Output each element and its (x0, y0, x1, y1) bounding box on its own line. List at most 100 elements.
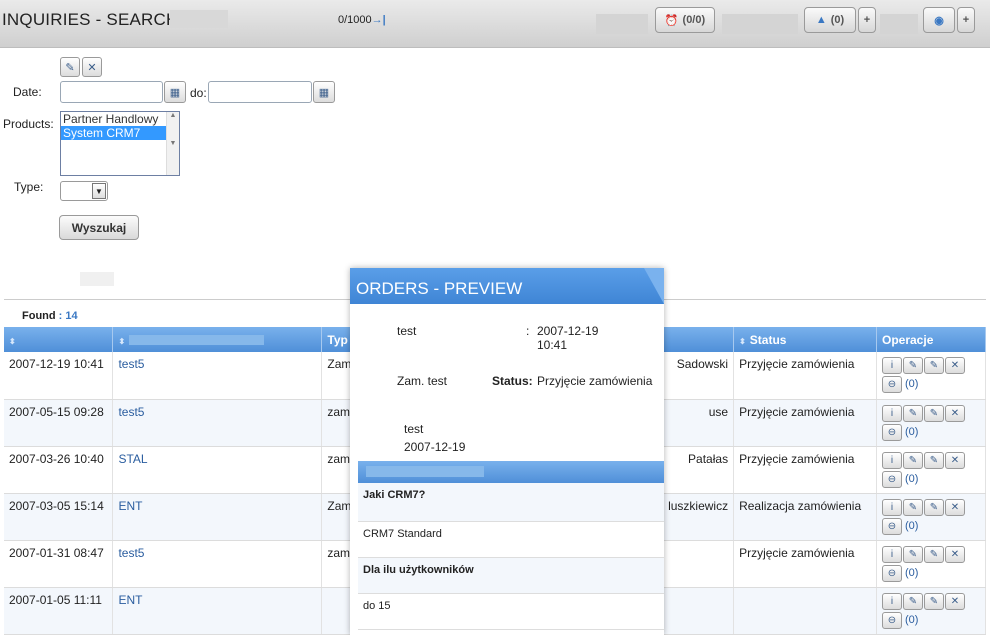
edit-button[interactable]: ✎ (903, 498, 923, 516)
pencil-icon: ✎ (929, 548, 939, 560)
info-button[interactable]: i (882, 545, 902, 563)
edit-alt-button[interactable]: ✎ (924, 498, 944, 516)
edit-filter-button[interactable]: ✎ (60, 57, 80, 77)
type-label: Type: (14, 180, 44, 194)
link-button[interactable]: ⊖ (882, 564, 902, 582)
date-from-input[interactable] (60, 81, 163, 103)
link-count[interactable]: (0) (905, 567, 918, 579)
notifications-count: (0) (830, 14, 845, 26)
link-button[interactable]: ⊖ (882, 470, 902, 488)
close-icon: ✕ (87, 61, 97, 74)
edit-button[interactable]: ✎ (903, 404, 923, 422)
link-count[interactable]: (0) (905, 378, 918, 390)
edit-alt-button[interactable]: ✎ (924, 357, 944, 374)
preview-title: ORDERS - PREVIEW (356, 279, 523, 298)
cell-operations: i ✎ ✎ ✕ ⊖ (0) (876, 399, 986, 447)
bell-icon: ▲ (815, 14, 827, 26)
cell-date: 2007-01-05 11:11 (4, 587, 114, 635)
record-link[interactable]: test5 (118, 405, 144, 419)
found-separator: : (58, 310, 63, 322)
sort-icon: ⬍ (118, 336, 126, 346)
date-to-input[interactable] (208, 81, 312, 103)
products-label: Products: (3, 117, 54, 131)
info-icon: i (890, 548, 894, 560)
cell-name: ENT (112, 587, 323, 635)
link-count[interactable]: (0) (905, 426, 918, 438)
link-icon: ⊖ (887, 520, 897, 532)
record-link[interactable]: test5 (118, 357, 144, 371)
record-link[interactable]: STAL (118, 452, 147, 466)
close-icon: ✕ (950, 548, 960, 560)
cell-status: Przyjęcie zamówienia (733, 352, 877, 400)
delete-button[interactable]: ✕ (945, 498, 965, 516)
edit-button[interactable]: ✎ (903, 545, 923, 563)
pencil-icon: ✎ (929, 501, 939, 513)
product-option[interactable]: System CRM7 (61, 126, 179, 140)
record-link[interactable]: ENT (118, 593, 142, 607)
link-count[interactable]: (0) (905, 473, 918, 485)
cell-name: STAL (112, 446, 323, 494)
pencil-icon: ✎ (929, 360, 939, 371)
delete-button[interactable]: ✕ (945, 592, 965, 610)
pencil-icon: ✎ (908, 360, 918, 371)
delete-button[interactable]: ✕ (945, 357, 965, 374)
record-link[interactable]: test5 (118, 546, 144, 560)
question-row: Dla ilu użytkowników (358, 558, 664, 594)
edit-alt-button[interactable]: ✎ (924, 404, 944, 422)
redacted-header (366, 466, 484, 477)
products-listbox[interactable]: Partner Handlowy System CRM7 ▲ ▼ (60, 111, 180, 176)
link-button[interactable]: ⊖ (882, 517, 902, 535)
edit-alt-button[interactable]: ✎ (924, 592, 944, 610)
column-header-operations: Operacje (876, 327, 986, 352)
record-link[interactable]: ENT (118, 499, 142, 513)
listbox-scrollbar[interactable]: ▲ ▼ (166, 112, 179, 175)
globe-icon: ◉ (934, 14, 944, 27)
info-icon: i (890, 407, 894, 419)
edit-alt-button[interactable]: ✎ (924, 451, 944, 469)
column-header-name[interactable]: ⬍ (112, 327, 323, 352)
type-select[interactable]: ▼ (60, 181, 108, 201)
delete-button[interactable]: ✕ (945, 404, 965, 422)
date-to-calendar-button[interactable]: ▦ (313, 81, 335, 103)
info-button[interactable]: i (882, 404, 902, 422)
cell-status: Przyjęcie zamówienia (733, 540, 877, 588)
found-value: 14 (65, 310, 78, 322)
info-icon: i (890, 360, 894, 371)
info-button[interactable]: i (882, 451, 902, 469)
question-row: Jaki CRM7? (358, 483, 664, 522)
link-count[interactable]: (0) (905, 520, 918, 532)
column-header-status[interactable]: ⬍ Status (733, 327, 877, 352)
link-count[interactable]: (0) (905, 614, 918, 626)
link-button[interactable]: ⊖ (882, 423, 902, 441)
preview-type: Zam. test (397, 374, 448, 388)
cell-operations: i ✎ ✎ ✕ ⊖ (0) (876, 540, 986, 588)
info-button[interactable]: i (882, 357, 902, 374)
link-icon: ⊖ (887, 473, 897, 485)
alarm-button[interactable]: ⏰ (0/0) (655, 7, 715, 33)
edit-alt-button[interactable]: ✎ (924, 545, 944, 563)
date-from-calendar-button[interactable]: ▦ (164, 81, 186, 103)
cell-operations: i ✎ ✎ ✕ ⊖ (0) (876, 352, 986, 400)
add-globe-button[interactable]: + (957, 7, 975, 33)
delete-button[interactable]: ✕ (945, 545, 965, 563)
delete-button[interactable]: ✕ (945, 451, 965, 469)
last-page-icon[interactable]: →| (372, 14, 386, 26)
info-button[interactable]: i (882, 498, 902, 516)
product-option[interactable]: Partner Handlowy (61, 112, 179, 126)
edit-button[interactable]: ✎ (903, 357, 923, 374)
pencil-icon: ✎ (929, 407, 939, 419)
link-button[interactable]: ⊖ (882, 376, 902, 393)
pencil-icon: ✎ (929, 454, 939, 466)
column-header-date[interactable]: ⬍ (4, 327, 114, 352)
edit-button[interactable]: ✎ (903, 451, 923, 469)
info-button[interactable]: i (882, 592, 902, 610)
link-button[interactable]: ⊖ (882, 611, 902, 629)
add-notification-button[interactable]: + (858, 7, 876, 33)
notifications-button[interactable]: ▲ (0) (804, 7, 856, 33)
edit-button[interactable]: ✎ (903, 592, 923, 610)
globe-button[interactable]: ◉ (923, 7, 955, 33)
search-button[interactable]: Wyszukaj (59, 215, 139, 240)
clear-filter-button[interactable]: ✕ (82, 57, 102, 77)
link-icon: ⊖ (887, 567, 897, 579)
link-icon: ⊖ (887, 426, 897, 438)
